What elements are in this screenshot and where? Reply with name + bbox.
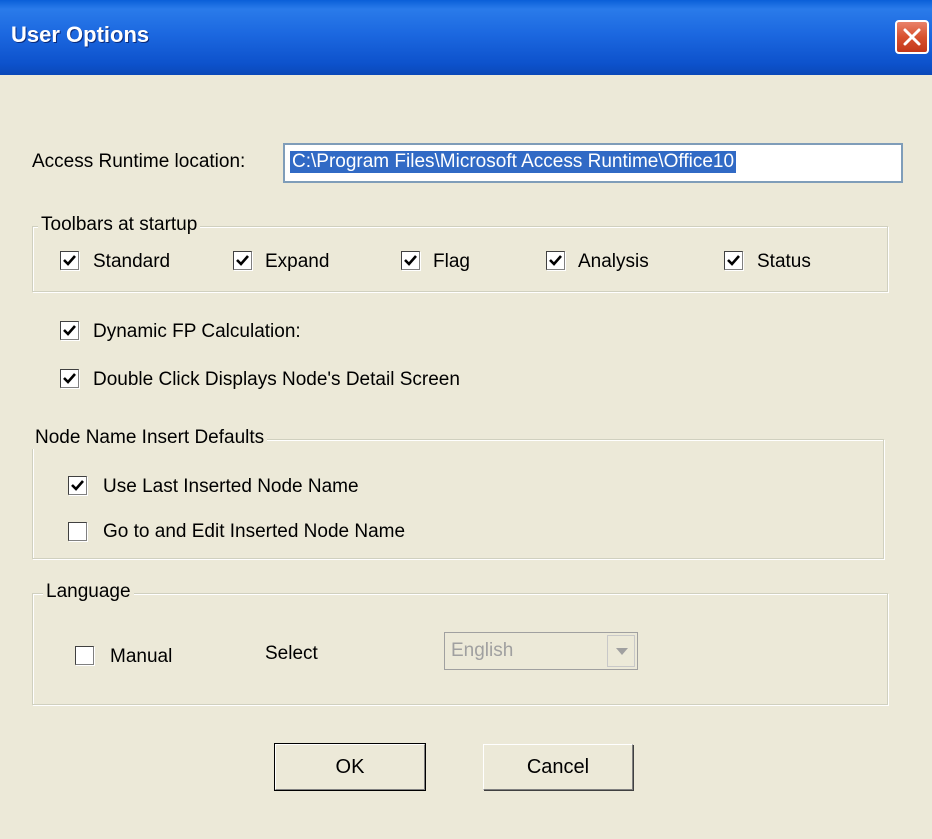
toolbar-flag-label[interactable]: Flag xyxy=(433,251,470,273)
checkmark-icon xyxy=(71,480,84,491)
language-group-legend: Language xyxy=(43,581,134,603)
toolbar-status-checkbox[interactable] xyxy=(724,251,743,270)
close-button[interactable] xyxy=(895,20,929,54)
go-to-edit-node-label[interactable]: Go to and Edit Inserted Node Name xyxy=(103,521,405,543)
toolbars-group-legend: Toolbars at startup xyxy=(38,214,201,236)
ok-button[interactable]: OK xyxy=(274,743,426,791)
checkmark-icon xyxy=(404,255,417,266)
checkmark-icon xyxy=(63,255,76,266)
language-dropdown-value: English xyxy=(451,640,514,661)
language-dropdown[interactable]: English xyxy=(444,632,638,670)
toolbar-status-label[interactable]: Status xyxy=(757,251,811,273)
checkmark-icon xyxy=(63,325,76,336)
toolbar-standard-label[interactable]: Standard xyxy=(93,251,170,273)
double-click-label[interactable]: Double Click Displays Node's Detail Scre… xyxy=(93,369,460,391)
language-select-label: Select xyxy=(265,643,318,664)
cancel-button[interactable]: Cancel xyxy=(483,744,633,790)
runtime-location-value: C:\Program Files\Microsoft Access Runtim… xyxy=(290,151,737,173)
checkmark-icon xyxy=(63,373,76,384)
toolbar-standard-checkbox[interactable] xyxy=(60,251,79,270)
chevron-down-icon xyxy=(616,648,628,655)
node-defaults-group-legend: Node Name Insert Defaults xyxy=(32,427,268,449)
runtime-location-input[interactable]: C:\Program Files\Microsoft Access Runtim… xyxy=(283,143,903,183)
toolbar-expand-label[interactable]: Expand xyxy=(265,251,329,273)
runtime-location-label: Access Runtime location: xyxy=(32,151,246,172)
title-bar[interactable]: User Options xyxy=(0,0,932,75)
double-click-checkbox[interactable] xyxy=(60,369,79,388)
manual-language-label[interactable]: Manual xyxy=(110,646,172,668)
dynamic-fp-checkbox[interactable] xyxy=(60,321,79,340)
manual-language-checkbox[interactable] xyxy=(75,646,94,665)
toolbar-flag-checkbox[interactable] xyxy=(401,251,420,270)
dynamic-fp-label[interactable]: Dynamic FP Calculation: xyxy=(93,321,301,343)
use-last-node-label[interactable]: Use Last Inserted Node Name xyxy=(103,476,359,498)
go-to-edit-node-checkbox[interactable] xyxy=(68,522,87,541)
checkmark-icon xyxy=(727,255,740,266)
language-dropdown-button[interactable] xyxy=(607,635,635,667)
window-title: User Options xyxy=(11,22,150,47)
toolbar-expand-checkbox[interactable] xyxy=(233,251,252,270)
toolbar-analysis-label[interactable]: Analysis xyxy=(578,251,649,273)
checkmark-icon xyxy=(236,255,249,266)
use-last-node-checkbox[interactable] xyxy=(68,476,87,495)
toolbar-analysis-checkbox[interactable] xyxy=(546,251,565,270)
close-icon xyxy=(903,28,921,46)
checkmark-icon xyxy=(549,255,562,266)
